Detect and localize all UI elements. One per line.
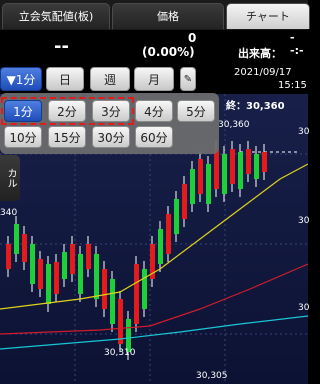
interval-5min-button[interactable]: 5分 — [177, 100, 215, 122]
chart-date: 2021/09/17 — [234, 67, 292, 78]
candle-body — [70, 244, 75, 274]
tab-order-book[interactable]: 立会気配値(板) — [2, 3, 110, 29]
candle-body — [230, 149, 235, 184]
candle-body — [30, 244, 35, 284]
interval-popup: 1分 2分 3分 4分 5分 10分 15分 30分 60分 — [0, 93, 219, 154]
right-axis-tick-1: 30 — [298, 127, 310, 137]
candle-body — [214, 149, 219, 189]
interval-4min-button[interactable]: 4分 — [135, 100, 173, 122]
candle-body — [206, 164, 211, 204]
candle-body — [166, 214, 171, 254]
candle-body — [198, 159, 203, 194]
month-button[interactable]: 月 — [134, 67, 174, 91]
low-price-label: 30,310 — [104, 348, 136, 358]
tab-chart[interactable]: チャート — [226, 3, 310, 29]
left-price-label: 340 — [0, 208, 18, 218]
candle-body — [86, 244, 91, 269]
candle-body — [182, 184, 187, 219]
interval-1min-button[interactable]: 1分 — [4, 100, 42, 122]
volume-label: 出来高： — [238, 47, 282, 60]
candle-body — [62, 252, 67, 279]
candle-body — [54, 262, 59, 294]
bottom-price-label: 30,305 — [196, 371, 228, 381]
candle-body — [158, 229, 163, 264]
candle-body — [134, 264, 139, 324]
price-change: 0 — [188, 31, 197, 45]
candle-body — [22, 234, 27, 262]
candle-body — [118, 299, 123, 344]
candle-body — [238, 152, 243, 189]
candle-body — [78, 254, 83, 294]
candle-body — [38, 259, 43, 289]
candle-body — [262, 152, 267, 172]
quote-panel: -- 0 (0.00%) 出来高： --:- — [0, 30, 308, 64]
right-axis-tick-2: 30 — [298, 216, 310, 226]
candle-body — [246, 149, 251, 174]
candle-body — [46, 264, 51, 304]
candle-body — [110, 279, 115, 324]
candle-body — [94, 254, 99, 299]
candle-body — [222, 154, 227, 194]
close-price-label: 終：30,360 — [226, 101, 285, 112]
current-price: -- — [54, 36, 69, 57]
side-tab[interactable]: カル — [0, 155, 20, 201]
candle-body — [14, 224, 19, 254]
candle-body — [254, 154, 259, 179]
chart-time: 15:15 — [278, 80, 307, 91]
candle-body — [102, 269, 107, 309]
interval-60min-button[interactable]: 60分 — [135, 126, 173, 148]
high-price-label: 30,360 — [218, 120, 250, 130]
right-axis-tick-3: 30 — [298, 303, 310, 313]
candle-body — [6, 244, 11, 269]
tab-bar: 立会気配値(板) 価格 チャート — [0, 0, 310, 30]
interval-2min-button[interactable]: 2分 — [48, 100, 86, 122]
day-button[interactable]: 日 — [46, 67, 84, 91]
interval-3min-button[interactable]: 3分 — [92, 100, 130, 122]
chart-toolbar: ▼1分 日 週 月 ✎ 2021/09/17 15:15 — [0, 64, 308, 94]
candle-body — [190, 169, 195, 204]
chart-edit-icon[interactable]: ✎ — [180, 67, 196, 91]
volume-value: --:- — [290, 31, 304, 57]
candle-body — [174, 199, 179, 234]
interval-15min-button[interactable]: 15分 — [48, 126, 86, 148]
interval-30min-button[interactable]: 30分 — [92, 126, 130, 148]
interval-10min-button[interactable]: 10分 — [4, 126, 42, 148]
interval-dropdown-button[interactable]: ▼1分 — [0, 67, 42, 91]
week-button[interactable]: 週 — [90, 67, 130, 91]
tab-price[interactable]: 価格 — [112, 3, 224, 29]
price-change-percent: (0.00%) — [142, 45, 195, 59]
candle-body — [142, 269, 147, 309]
